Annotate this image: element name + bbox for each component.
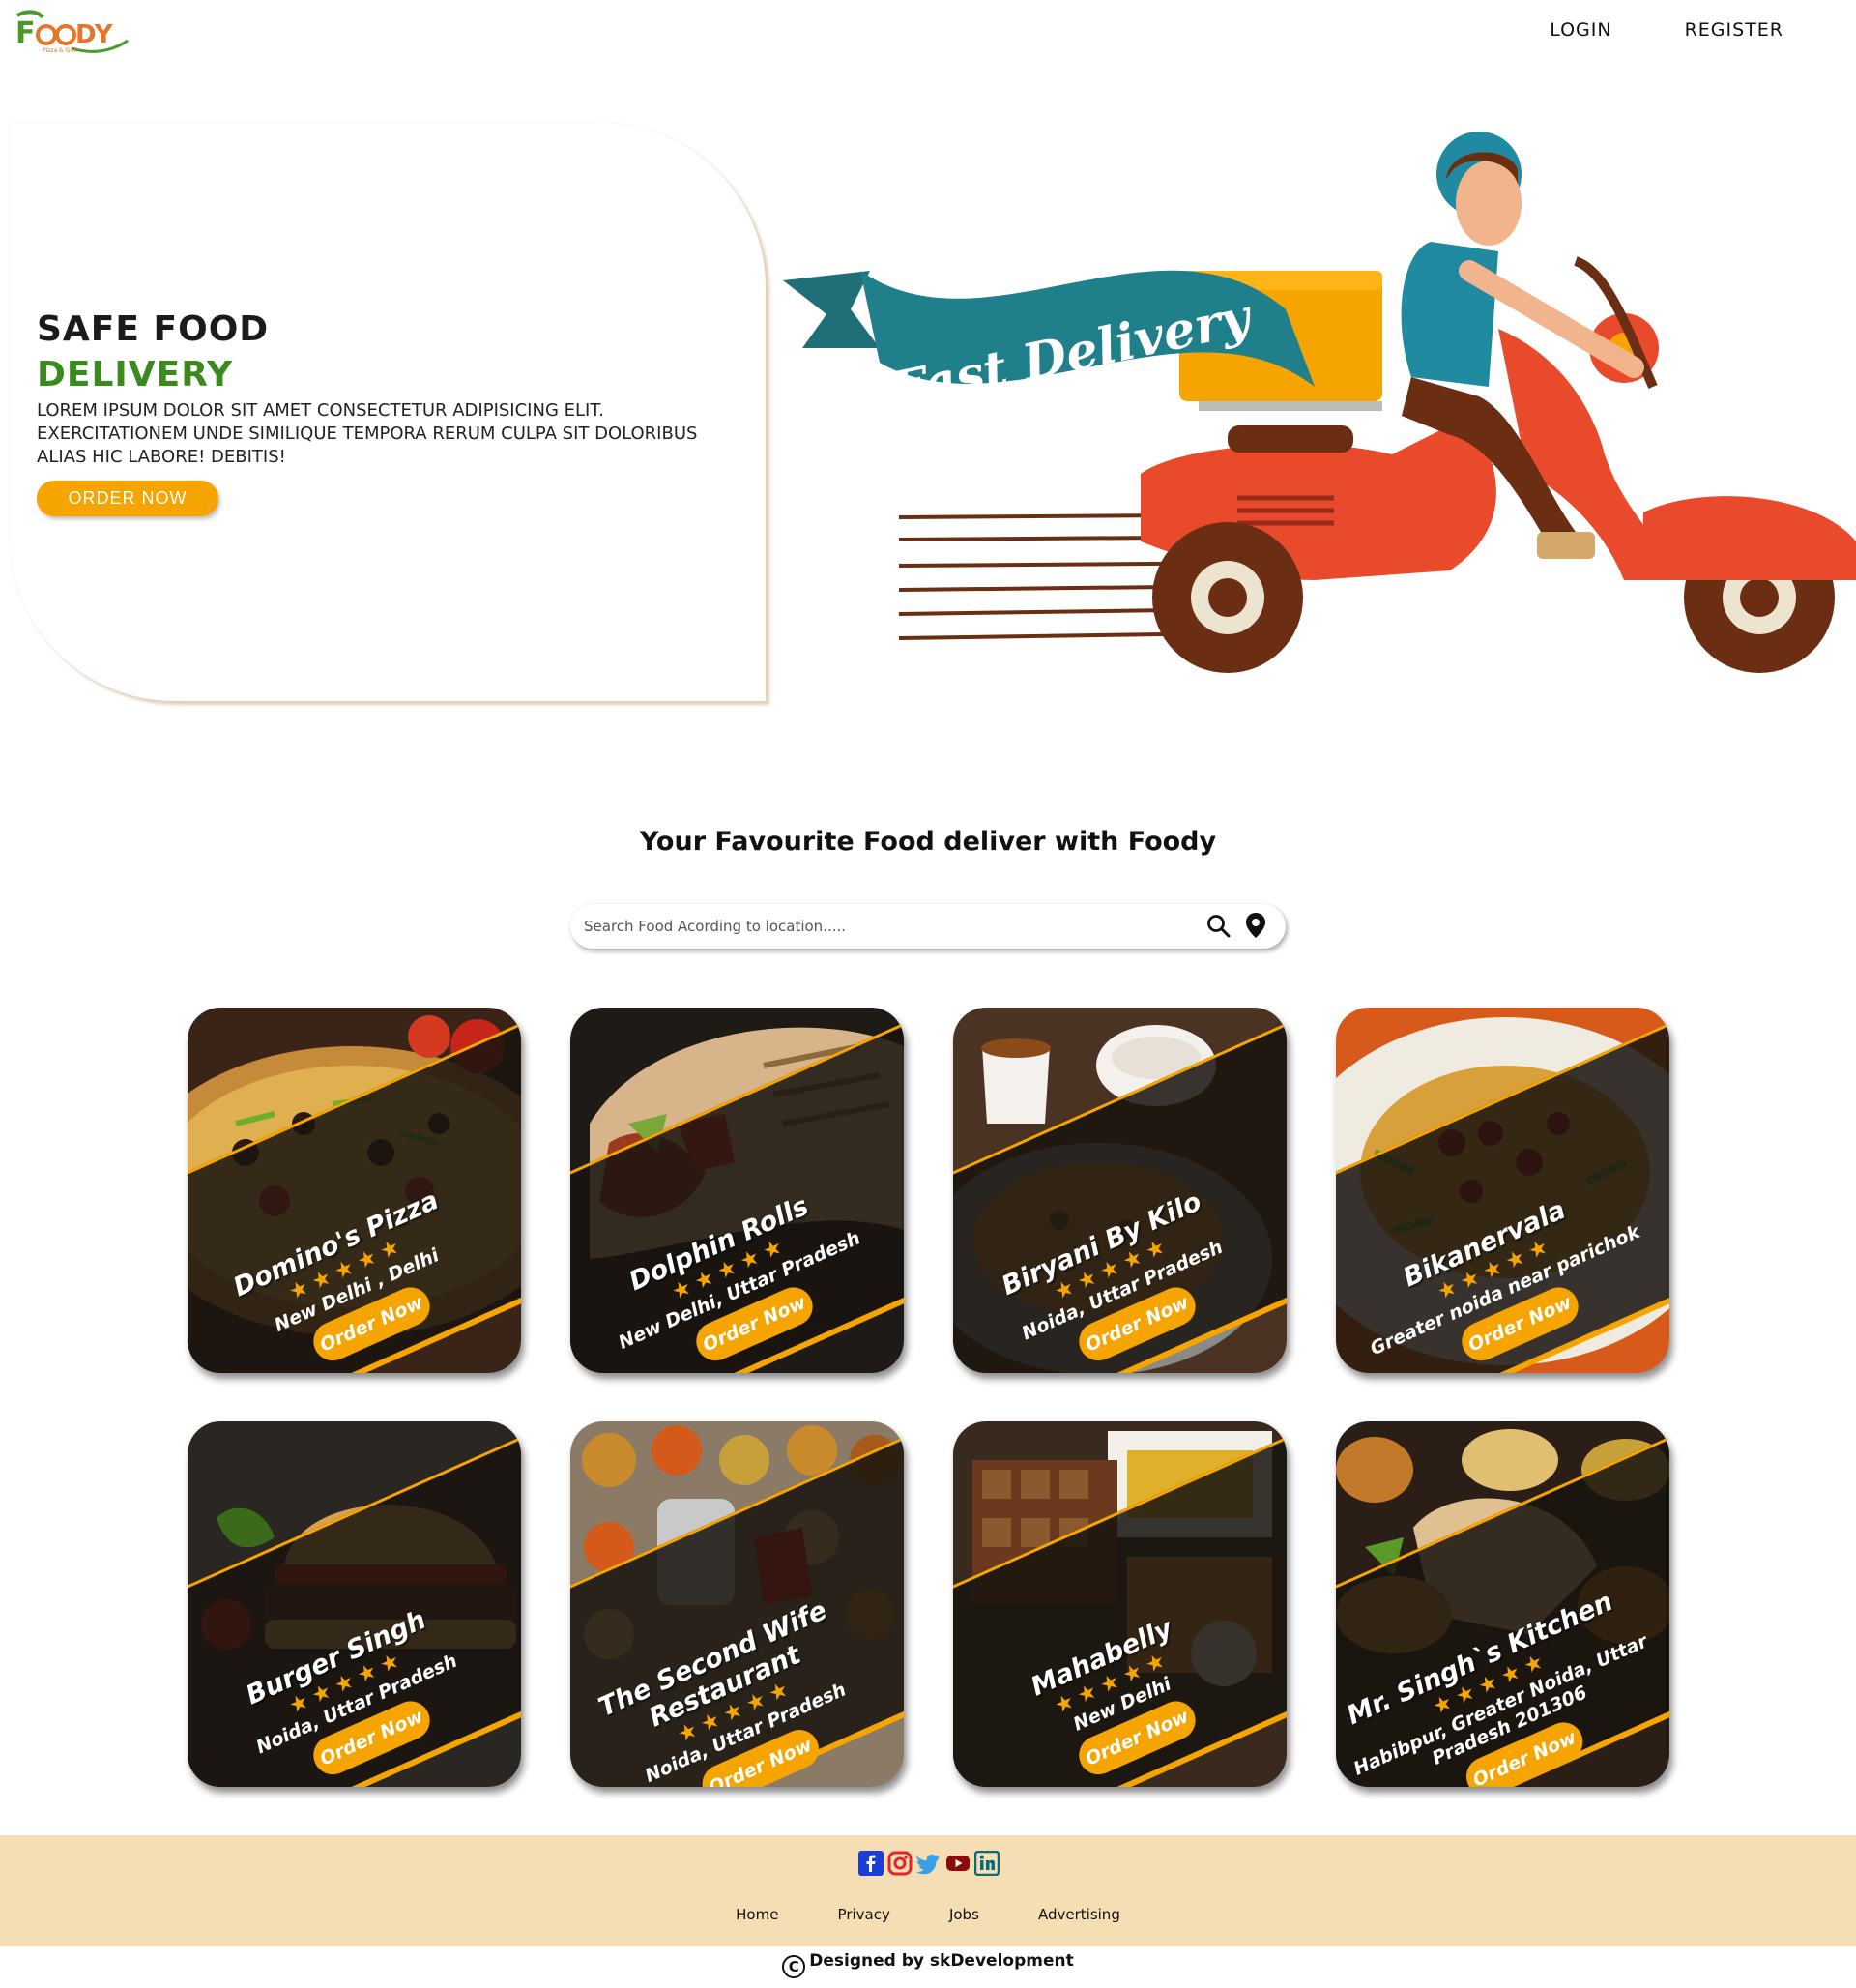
- search-input[interactable]: [584, 912, 1164, 941]
- instagram-icon[interactable]: [887, 1851, 913, 1876]
- search-icon[interactable]: [1206, 914, 1232, 939]
- twitter-icon[interactable]: [915, 1851, 942, 1876]
- svg-text:F: F: [15, 16, 36, 50]
- location-pin-icon[interactable]: [1245, 912, 1266, 939]
- footer-link-jobs[interactable]: Jobs: [949, 1906, 979, 1923]
- hero-order-now-button[interactable]: ORDER NOW: [37, 481, 218, 516]
- copyright-line: C Designed by skDevelopment: [0, 1951, 1856, 1978]
- footer-link-privacy[interactable]: Privacy: [838, 1906, 890, 1923]
- header: F DY Pizza & Grill LOGIN REGISTER: [0, 0, 1856, 68]
- restaurant-card[interactable]: Mr. Singh`s Kitchen ★★★★★ Habibpur, Grea…: [1336, 1421, 1669, 1787]
- social-links: [858, 1850, 1003, 1877]
- youtube-icon[interactable]: [945, 1851, 971, 1876]
- restaurant-card[interactable]: Burger Singh ★★★★★ Noida, Uttar Pradesh …: [188, 1421, 521, 1787]
- linkedin-icon[interactable]: [973, 1850, 1000, 1877]
- svg-text:DY: DY: [75, 20, 114, 49]
- register-link[interactable]: REGISTER: [1685, 19, 1784, 41]
- foody-logo[interactable]: F DY Pizza & Grill: [14, 8, 139, 56]
- footer: Home Privacy Jobs Advertising: [0, 1835, 1856, 1946]
- facebook-icon[interactable]: [858, 1851, 884, 1876]
- login-link[interactable]: LOGIN: [1550, 19, 1611, 41]
- top-nav: LOGIN REGISTER: [1550, 19, 1856, 41]
- footer-link-home[interactable]: Home: [736, 1906, 778, 1923]
- restaurant-card[interactable]: Bikanervala ★★★★★ Greater noida near par…: [1336, 1008, 1669, 1373]
- restaurant-card[interactable]: Mahabelly ★★★★★ New Delhi Order Now: [953, 1421, 1287, 1787]
- restaurant-card[interactable]: Domino's Pizza ★★★★★ New Delhi , Delhi O…: [188, 1008, 521, 1373]
- svg-text:Pizza & Grill: Pizza & Grill: [43, 47, 77, 54]
- hero-title-line2: DELIVERY: [37, 355, 234, 395]
- footer-nav: Home Privacy Jobs Advertising: [0, 1905, 1856, 1923]
- restaurant-card[interactable]: Biryani By Kilo ★★★★★ Noida, Uttar Prade…: [953, 1008, 1287, 1373]
- hero-text: SAFE FOOD DELIVERY Lorem ipsum dolor sit…: [37, 307, 752, 516]
- hero-title-line1: SAFE FOOD: [37, 309, 270, 349]
- copyright-icon: C: [782, 1955, 806, 1978]
- restaurant-card[interactable]: The Second Wife Restaurant ★★★★★ Noida, …: [570, 1421, 904, 1787]
- section-title: Your Favourite Food deliver with Foody: [639, 827, 1217, 857]
- hero-description: Lorem ipsum dolor sit amet consectetur a…: [37, 400, 698, 467]
- copyright-text: Designed by skDevelopment: [809, 1951, 1074, 1971]
- footer-link-advertising[interactable]: Advertising: [1038, 1906, 1120, 1923]
- restaurant-card[interactable]: Dolphin Rolls ★★★★★ New Delhi, Uttar Pra…: [570, 1008, 904, 1373]
- search-bar: [570, 904, 1286, 949]
- delivery-scooter-illustration: Fast Delivery: [773, 126, 1856, 706]
- hero-card: SAFE FOOD DELIVERY Lorem ipsum dolor sit…: [10, 123, 766, 701]
